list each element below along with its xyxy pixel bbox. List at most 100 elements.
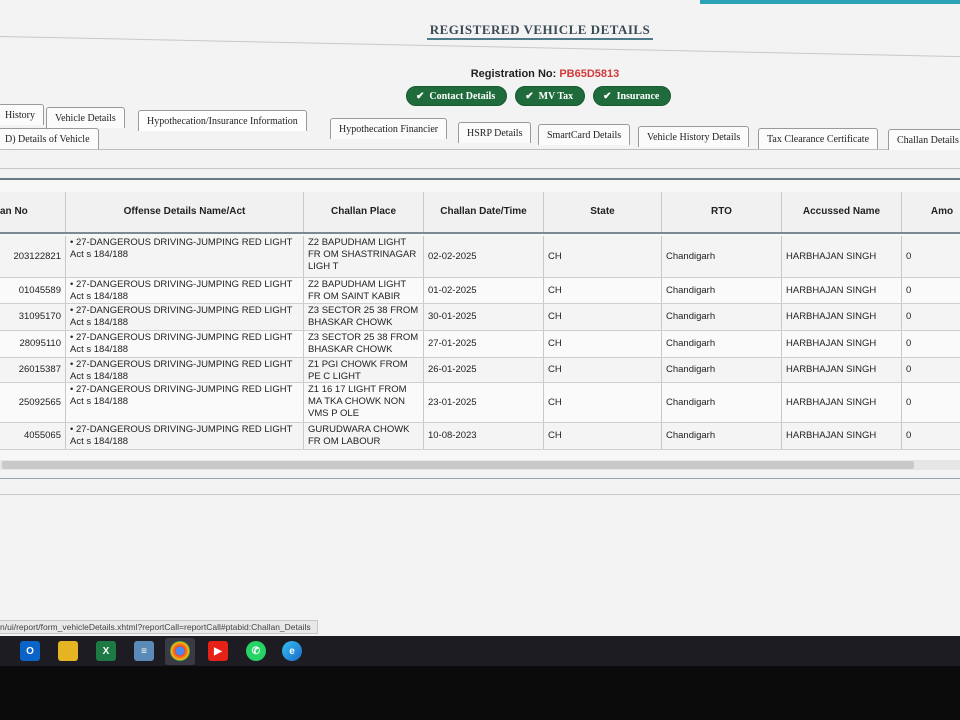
- column-header: Offense Details Name/Act: [66, 192, 304, 232]
- status-bar-url: n/ui/report/form_vehicleDetails.xhtml?re…: [0, 620, 318, 634]
- tab-hsrp-details[interactable]: HSRP Details: [458, 122, 532, 143]
- divider: [0, 168, 960, 169]
- status-pills: ✔ Contact Details ✔ MV Tax ✔ Insurance: [406, 86, 672, 106]
- whatsapp-icon[interactable]: ✆: [246, 641, 266, 661]
- challan-date: 01-02-2025: [424, 278, 544, 303]
- scrollbar-thumb[interactable]: [2, 461, 914, 469]
- tab-hypothecation-financier[interactable]: Hypothecation Financier: [330, 118, 448, 139]
- rto: Chandigarh: [662, 331, 782, 357]
- accused-name: HARBHAJAN SINGH: [782, 278, 902, 303]
- offense-details: • 27-DANGEROUS DRIVING-JUMPING RED LIGHT…: [66, 304, 304, 330]
- rto: Chandigarh: [662, 358, 782, 382]
- challan-number: 28095110: [0, 331, 66, 357]
- tab-history[interactable]: History: [0, 104, 44, 125]
- browser-viewport: REGISTERED VEHICLE DETAILS Registration …: [0, 0, 960, 640]
- column-header: Challan Date/Time: [424, 192, 544, 232]
- accused-name: HARBHAJAN SINGH: [782, 383, 902, 422]
- state: CH: [544, 236, 662, 277]
- offense-details: • 27-DANGEROUS DRIVING-JUMPING RED LIGHT…: [66, 331, 304, 357]
- top-accent-bar: [700, 0, 960, 4]
- accused-name: HARBHAJAN SINGH: [782, 331, 902, 357]
- challan-number: 31095170: [0, 304, 66, 330]
- tab-vehicle-details[interactable]: Vehicle Details: [46, 107, 125, 128]
- youtube-icon[interactable]: ▶: [208, 641, 228, 661]
- rto: Chandigarh: [662, 423, 782, 449]
- state: CH: [544, 278, 662, 303]
- contact-details-button[interactable]: ✔ Contact Details: [406, 86, 508, 106]
- pill-label: Contact Details: [429, 90, 496, 102]
- column-header: RTO: [662, 192, 782, 232]
- table-header: an No Offense Details Name/Act Challan P…: [0, 192, 960, 234]
- tab-vehicle-history[interactable]: Vehicle History Details: [638, 126, 750, 147]
- chrome-icon[interactable]: [170, 641, 190, 661]
- offense-details: • 27-DANGEROUS DRIVING-JUMPING RED LIGHT…: [66, 423, 304, 449]
- amount: 0: [906, 364, 912, 375]
- page-title: REGISTERED VEHICLE DETAILS: [0, 22, 960, 40]
- challan-place: Z2 BAPUDHAM LIGHT FR OM SAINT KABIR LIGH…: [304, 278, 424, 303]
- offense-act: Act s 184/188: [70, 436, 129, 447]
- offense-act: Act s 184/188: [70, 344, 129, 355]
- rto: Chandigarh: [662, 236, 782, 277]
- offense-act: Act s 184/188: [70, 291, 129, 302]
- column-header: State: [544, 192, 662, 232]
- tab-challan-details[interactable]: Challan Details: [888, 129, 960, 150]
- tab-bar: History Vehicle Details Hypothecation/In…: [0, 104, 960, 150]
- edge-icon[interactable]: e: [282, 641, 302, 661]
- amount: 0: [906, 430, 912, 441]
- amount: 0: [906, 250, 912, 262]
- offense-name: • 27-DANGEROUS DRIVING-JUMPING RED LIGHT: [70, 305, 293, 316]
- challan-number: 01045589: [0, 278, 66, 303]
- offense-act: Act s 184/188: [70, 317, 129, 328]
- tab-hypothecation-insurance[interactable]: Hypothecation/Insurance Information: [138, 110, 307, 131]
- challan-date: 27-01-2025: [424, 331, 544, 357]
- challan-number: 4055065: [0, 423, 66, 449]
- tab-tax-clearance[interactable]: Tax Clearance Certificate: [758, 128, 879, 149]
- page-title-text: REGISTERED VEHICLE DETAILS: [426, 22, 654, 40]
- offense-name: • 27-DANGEROUS DRIVING-JUMPING RED LIGHT: [70, 332, 293, 343]
- insurance-button[interactable]: ✔ Insurance: [593, 86, 672, 106]
- accused-name: HARBHAJAN SINGH: [782, 304, 902, 330]
- state: CH: [544, 423, 662, 449]
- challan-number: 25092565: [0, 383, 66, 422]
- offense-act: Act s 184/188: [70, 371, 129, 382]
- table-row: 4055065 • 27-DANGEROUS DRIVING-JUMPING RE…: [0, 423, 960, 450]
- challan-date: 23-01-2025: [424, 383, 544, 422]
- registration-line: Registration No: PB65D5813: [0, 68, 960, 80]
- rto: Chandigarh: [662, 304, 782, 330]
- file-explorer-icon[interactable]: [58, 641, 78, 661]
- offense-details: • 27-DANGEROUS DRIVING-JUMPING RED LIGHT…: [66, 383, 304, 422]
- table-row: 25092565 • 27-DANGEROUS DRIVING-JUMPING R…: [0, 383, 960, 423]
- notepad-icon[interactable]: ≡: [134, 641, 154, 661]
- table-row: 01045589 • 27-DANGEROUS DRIVING-JUMPING R…: [0, 278, 960, 304]
- registration-number: PB65D5813: [559, 68, 620, 80]
- amount: 0: [906, 396, 912, 408]
- amount: 0: [906, 284, 912, 296]
- offense-details: • 27-DANGEROUS DRIVING-JUMPING RED LIGHT…: [66, 278, 304, 303]
- challan-place: GURUDWARA CHOWK FR OM LABOUR CHOWK: [304, 423, 424, 449]
- amount: 0: [906, 338, 912, 349]
- mv-tax-button[interactable]: ✔ MV Tax: [515, 86, 586, 106]
- offense-details: • 27-DANGEROUS DRIVING-JUMPING RED LIGHT…: [66, 236, 304, 277]
- offense-name: • 27-DANGEROUS DRIVING-JUMPING RED LIGHT: [70, 424, 293, 435]
- column-header: an No: [0, 192, 66, 232]
- pill-label: Insurance: [616, 90, 660, 102]
- tab-smartcard-details[interactable]: SmartCard Details: [538, 124, 631, 145]
- tab-details-of-vehicle[interactable]: D) Details of Vehicle: [0, 128, 99, 149]
- column-header: Challan Place: [304, 192, 424, 232]
- outlook-icon[interactable]: O: [20, 641, 40, 661]
- challan-place: Z3 SECTOR 25 38 FROM BHASKAR CHOWK: [304, 331, 424, 357]
- challan-place: Z2 BAPUDHAM LIGHT FR OM SHASTRINAGAR LIG…: [304, 236, 424, 277]
- state: CH: [544, 304, 662, 330]
- challan-number: 203122821: [0, 236, 66, 277]
- offense-name: • 27-DANGEROUS DRIVING-JUMPING RED LIGHT: [70, 359, 293, 370]
- excel-icon[interactable]: X: [96, 641, 116, 661]
- divider: [0, 478, 960, 479]
- state: CH: [544, 383, 662, 422]
- offense-act: Act s 184/188: [70, 396, 129, 407]
- state: CH: [544, 358, 662, 382]
- challan-date: 26-01-2025: [424, 358, 544, 382]
- offense-name: • 27-DANGEROUS DRIVING-JUMPING RED LIGHT: [70, 279, 293, 290]
- check-icon: ✔: [525, 90, 534, 102]
- challan-date: 02-02-2025: [424, 236, 544, 277]
- accused-name: HARBHAJAN SINGH: [782, 358, 902, 382]
